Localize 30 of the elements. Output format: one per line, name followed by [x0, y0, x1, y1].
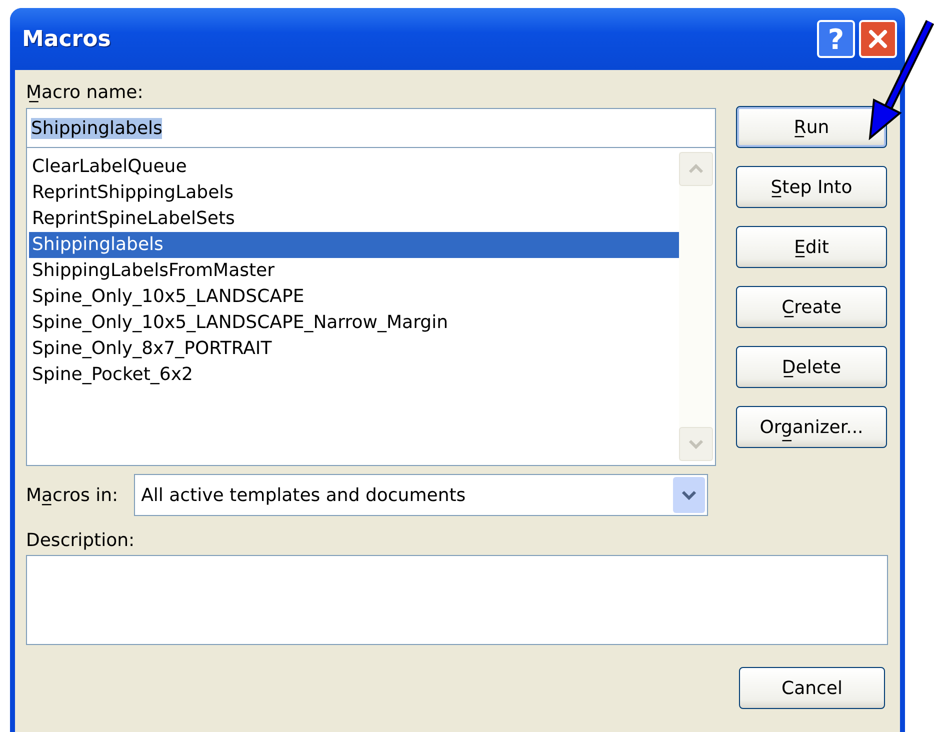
- close-icon: [867, 28, 889, 50]
- macro-list-item[interactable]: ReprintSpineLabelSets: [29, 206, 679, 232]
- dialog-button[interactable]: Org̲anizer...: [736, 406, 887, 448]
- macro-list-item[interactable]: Spine_Only_10x5_LANDSCAPE_Narrow_Margin: [29, 310, 679, 336]
- macro-list-item[interactable]: Spine_Pocket_6x2: [29, 362, 679, 388]
- chevron-up-icon: [688, 164, 704, 174]
- macros-in-dropdown[interactable]: All active templates and documents: [134, 474, 708, 516]
- macro-list-item[interactable]: ClearLabelQueue: [29, 154, 679, 180]
- close-button[interactable]: [859, 20, 897, 58]
- dropdown-button[interactable]: [673, 477, 706, 513]
- dialog-button[interactable]: R̲un: [736, 106, 887, 148]
- dialog-button[interactable]: E̲dit: [736, 226, 887, 268]
- chevron-down-icon: [681, 490, 698, 500]
- help-button[interactable]: ?: [817, 20, 855, 58]
- macro-list[interactable]: [26, 148, 716, 466]
- chevron-down-icon: [688, 439, 704, 449]
- dialog-button[interactable]: S̲tep Into: [736, 166, 887, 208]
- macro-list-item[interactable]: ShippingLabelsFromMaster: [29, 258, 679, 284]
- cancel-button[interactable]: Cancel: [739, 667, 885, 709]
- window-title: Macros: [22, 26, 111, 52]
- macro-name-field[interactable]: Shippinglabels: [26, 108, 716, 148]
- dialog-button[interactable]: C̲reate: [736, 286, 887, 328]
- dialog-button[interactable]: D̲elete: [736, 346, 887, 388]
- macro-name-label: M̲acro name:: [26, 82, 144, 103]
- macro-list-item[interactable]: Spine_Only_8x7_PORTRAIT: [29, 336, 679, 362]
- macro-list-item[interactable]: ReprintShippingLabels: [29, 180, 679, 206]
- macros-in-label: Ma̲cros in:: [26, 484, 118, 506]
- description-label: Description:: [26, 530, 136, 551]
- macro-list-item[interactable]: Shippinglabels: [29, 232, 679, 258]
- macro-list-item[interactable]: Spine_Only_10x5_LANDSCAPE: [29, 284, 679, 310]
